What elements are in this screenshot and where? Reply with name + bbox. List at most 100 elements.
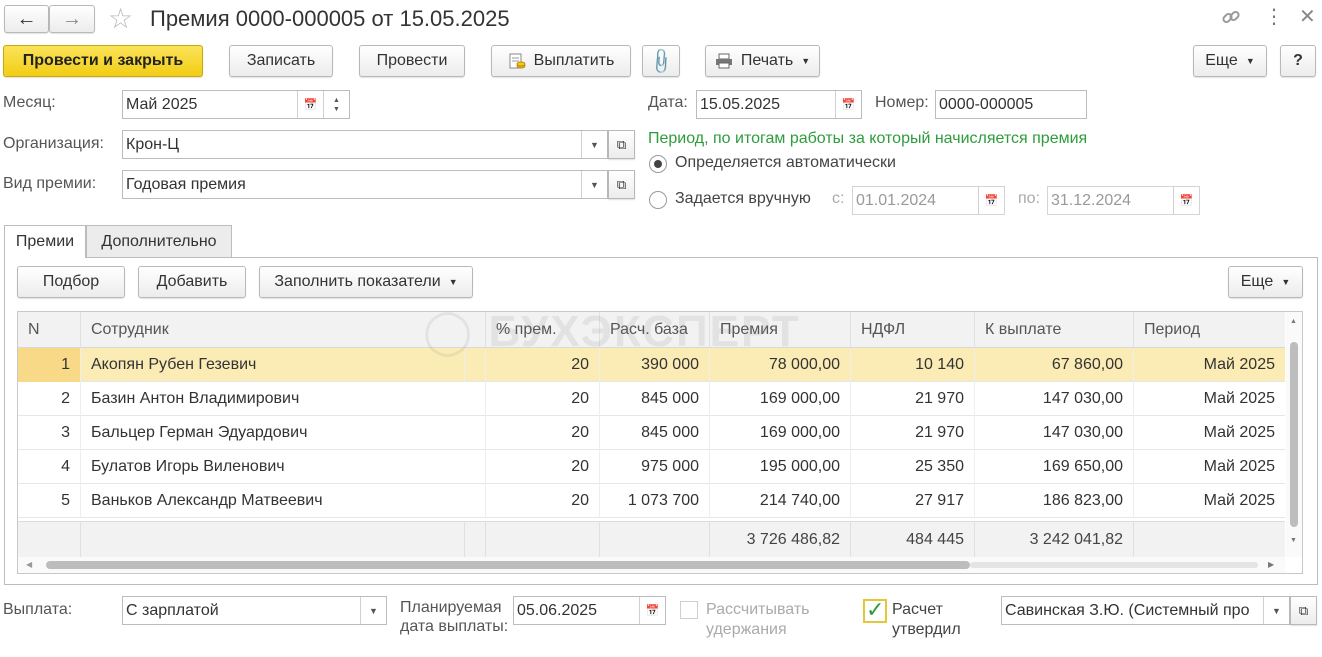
vertical-scroll-thumb[interactable] bbox=[1290, 342, 1298, 527]
horizontal-scroll-thumb[interactable] bbox=[46, 561, 970, 569]
cell-payout: 67 860,00 bbox=[975, 348, 1134, 382]
calendar-icon[interactable]: 📅 bbox=[639, 597, 665, 624]
month-field[interactable]: Май 2025 📅 ▲ ▼ bbox=[122, 90, 350, 119]
bonus-type-field[interactable]: Годовая премия ▼ bbox=[122, 170, 608, 199]
calendar-icon[interactable]: 📅 bbox=[835, 91, 861, 118]
col-header-bonus[interactable]: Премия bbox=[710, 312, 851, 348]
radio-manual-label: Задается вручную bbox=[675, 190, 811, 207]
open-approver-button[interactable]: ⧉ bbox=[1290, 596, 1317, 625]
open-window-icon: ⧉ bbox=[616, 136, 627, 152]
table-row[interactable]: 2 Базин Антон Владимирович 20 845 000 16… bbox=[18, 382, 1285, 416]
total-payout: 3 242 041,82 bbox=[975, 522, 1134, 558]
cell-n: 2 bbox=[18, 382, 81, 416]
organization-label: Организация: bbox=[3, 135, 104, 152]
checkmark-icon: ✓ bbox=[866, 597, 885, 622]
planned-date-field[interactable]: 05.06.2025 📅 bbox=[513, 596, 666, 625]
chevron-down-icon[interactable]: ▼ bbox=[1263, 597, 1289, 624]
favorite-star-icon[interactable]: ☆ bbox=[108, 2, 133, 35]
calendar-icon[interactable]: 📅 bbox=[1173, 187, 1199, 214]
chevron-down-icon[interactable]: ▼ bbox=[581, 171, 607, 198]
table-more-label: Еще bbox=[1240, 273, 1274, 290]
add-button[interactable]: Добавить bbox=[138, 266, 246, 298]
tab-additional[interactable]: Дополнительно bbox=[86, 225, 232, 257]
scroll-left-icon[interactable]: ◀ bbox=[26, 560, 32, 569]
calendar-icon[interactable]: 📅 bbox=[297, 91, 323, 118]
help-button[interactable]: ? bbox=[1280, 45, 1316, 77]
open-window-icon: ⧉ bbox=[1298, 602, 1309, 618]
col-header-base[interactable]: Расч. база bbox=[600, 312, 710, 348]
chevron-down-icon[interactable]: ▼ bbox=[581, 131, 607, 158]
date-field[interactable]: 15.05.2025 📅 bbox=[696, 90, 862, 119]
approved-checkbox[interactable]: ✓ bbox=[863, 597, 887, 623]
horizontal-scrollbar[interactable]: ◀ ▶ bbox=[18, 557, 1285, 573]
number-field[interactable]: 0000-000005 bbox=[935, 90, 1087, 119]
period-title: Период, по итогам работы за который начи… bbox=[648, 130, 1088, 147]
payout-field[interactable]: С зарплатой ▼ bbox=[122, 596, 387, 625]
cell-period: Май 2025 bbox=[1203, 492, 1275, 509]
pay-button[interactable]: Выплатить bbox=[491, 45, 631, 77]
forward-button[interactable]: → bbox=[49, 5, 95, 33]
tab-bonuses[interactable]: Премии bbox=[4, 225, 86, 258]
table-row[interactable]: 3 Бальцер Герман Эдуардович 20 845 000 1… bbox=[18, 416, 1285, 450]
radio-auto[interactable] bbox=[649, 155, 667, 173]
chevron-down-icon: ▼ bbox=[1245, 56, 1255, 66]
col-header-n[interactable]: N bbox=[18, 312, 81, 348]
cell-bonus: 78 000,00 bbox=[710, 348, 851, 382]
col-header-employee[interactable]: Сотрудник bbox=[81, 312, 486, 348]
month-spinner[interactable]: ▲ ▼ bbox=[323, 91, 349, 118]
table-row[interactable]: 5 Ваньков Александр Матвеевич 20 1 073 7… bbox=[18, 484, 1285, 518]
scroll-down-icon[interactable]: ▼ bbox=[1290, 537, 1297, 544]
more-button[interactable]: Еще ▼ bbox=[1193, 45, 1267, 77]
chevron-down-icon: ▼ bbox=[801, 56, 811, 66]
paperclip-icon: 📎 bbox=[646, 45, 677, 76]
pick-button[interactable]: Подбор bbox=[17, 266, 125, 298]
month-value: Май 2025 bbox=[126, 95, 198, 113]
scroll-right-icon[interactable]: ▶ bbox=[1268, 560, 1274, 569]
col-header-payout[interactable]: К выплате bbox=[975, 312, 1134, 348]
cell-base: 845 000 bbox=[600, 382, 710, 416]
date-label: Дата: bbox=[648, 94, 688, 111]
to-label: по: bbox=[1018, 190, 1041, 207]
total-spacer bbox=[18, 522, 81, 558]
cell-base: 845 000 bbox=[600, 416, 710, 450]
scroll-up-icon[interactable]: ▲ bbox=[1290, 318, 1297, 325]
print-button[interactable]: Печать ▼ bbox=[705, 45, 820, 77]
fill-indicators-button[interactable]: Заполнить показатели ▼ bbox=[259, 266, 473, 298]
period-to-field[interactable]: 31.12.2024 📅 bbox=[1047, 186, 1200, 215]
cell-n: 5 bbox=[18, 484, 81, 518]
total-spacer bbox=[486, 522, 600, 558]
cell-bonus: 214 740,00 bbox=[710, 484, 851, 518]
bonuses-table[interactable]: N Сотрудник % прем. Расч. база Премия НД… bbox=[17, 311, 1303, 574]
table-more-button[interactable]: Еще ▼ bbox=[1228, 266, 1303, 298]
table-row[interactable]: 4 Булатов Игорь Виленович 20 975 000 195… bbox=[18, 450, 1285, 484]
close-icon[interactable]: ✕ bbox=[1299, 4, 1316, 29]
cell-percent: 20 bbox=[486, 348, 600, 382]
col-header-percent[interactable]: % прем. bbox=[486, 312, 600, 348]
organization-field[interactable]: Крон-Ц ▼ bbox=[122, 130, 608, 159]
attachment-button[interactable]: 📎 bbox=[642, 45, 680, 77]
cell-base: 1 073 700 bbox=[600, 484, 710, 518]
organization-value: Крон-Ц bbox=[126, 135, 180, 153]
vertical-scrollbar[interactable]: ▲ ▼ bbox=[1286, 312, 1302, 557]
save-button[interactable]: Записать bbox=[229, 45, 333, 77]
col-header-period[interactable]: Период bbox=[1134, 312, 1285, 348]
calendar-icon[interactable]: 📅 bbox=[978, 187, 1004, 214]
post-and-close-button[interactable]: Провести и закрыть bbox=[3, 45, 203, 77]
post-button[interactable]: Провести bbox=[359, 45, 465, 77]
calc-withholdings-checkbox[interactable] bbox=[680, 601, 698, 619]
period-from-field[interactable]: 01.01.2024 📅 bbox=[852, 186, 1005, 215]
link-icon[interactable] bbox=[1220, 6, 1242, 28]
approver-field[interactable]: Савинская З.Ю. (Системный про ▼ bbox=[1001, 596, 1290, 625]
open-bonus-type-button[interactable]: ⧉ bbox=[608, 170, 635, 199]
back-button[interactable]: ← bbox=[4, 5, 49, 33]
radio-auto-label: Определяется автоматически bbox=[675, 154, 896, 171]
table-row[interactable]: 1 Акопян Рубен Гезевич 20 390 000 78 000… bbox=[18, 348, 1285, 382]
radio-manual[interactable] bbox=[649, 191, 667, 209]
period-to-value: 31.12.2024 bbox=[1051, 191, 1132, 209]
open-organization-button[interactable]: ⧉ bbox=[608, 130, 635, 159]
more-vertical-icon[interactable]: ⋮ bbox=[1264, 4, 1284, 29]
cell-period: Май 2025 bbox=[1203, 424, 1275, 441]
cell-base: 390 000 bbox=[600, 348, 710, 382]
chevron-down-icon[interactable]: ▼ bbox=[360, 597, 386, 624]
col-header-tax[interactable]: НДФЛ bbox=[851, 312, 975, 348]
